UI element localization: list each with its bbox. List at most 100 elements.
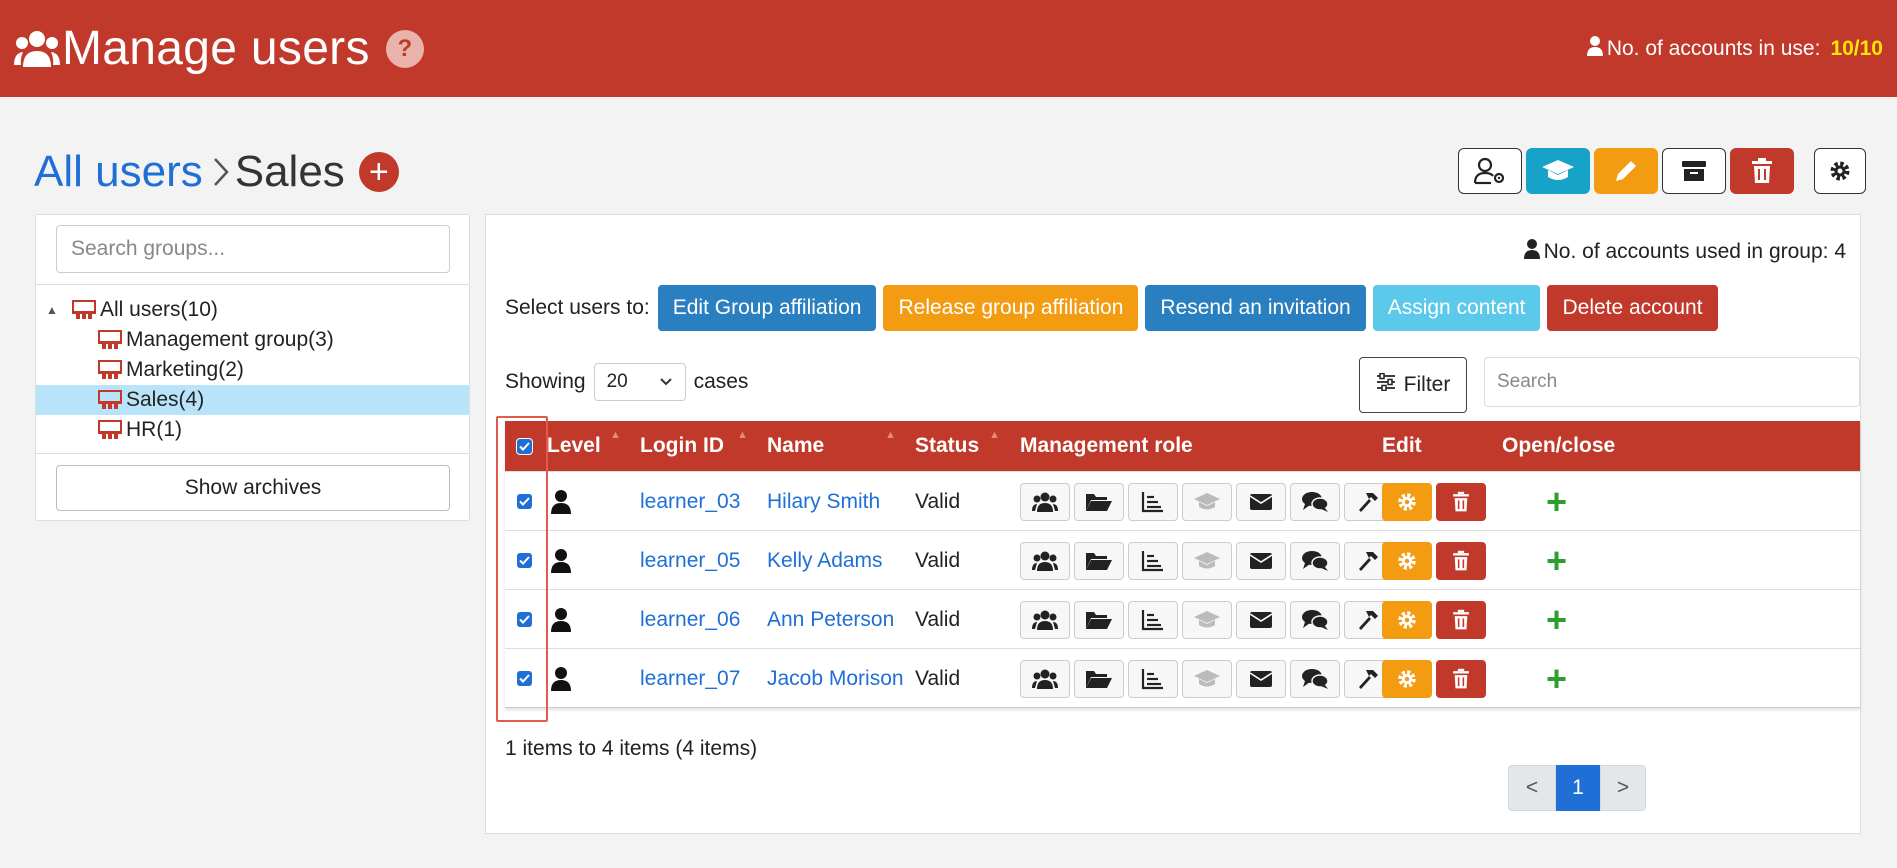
chart-role-button[interactable] xyxy=(1128,600,1178,639)
page-title: Manage users xyxy=(62,22,370,75)
expand-row-button[interactable]: + xyxy=(1546,483,1567,520)
tree-item-hr[interactable]: HR(1) xyxy=(36,415,469,445)
tree-item-sales[interactable]: Sales(4) xyxy=(36,385,469,415)
folder-role-button[interactable] xyxy=(1074,541,1124,580)
assign-content-button[interactable]: Assign content xyxy=(1372,285,1541,331)
edit-user-button[interactable] xyxy=(1382,659,1432,698)
delete-user-button[interactable] xyxy=(1436,600,1486,639)
comments-icon xyxy=(1302,491,1329,512)
sort-icon[interactable]: ▲ xyxy=(737,429,748,441)
tree-item-marketing[interactable]: Marketing(2) xyxy=(36,355,469,385)
edit-group-affiliation-button[interactable]: Edit Group affiliation xyxy=(657,285,877,331)
settings-button[interactable] xyxy=(1814,148,1866,194)
user-name-link[interactable]: Jacob Morison xyxy=(767,649,904,708)
users-role-button[interactable] xyxy=(1020,659,1070,698)
page-size-value: 20 xyxy=(606,371,628,392)
release-group-affiliation-button[interactable]: Release group affiliation xyxy=(883,285,1139,331)
delete-button[interactable] xyxy=(1730,148,1794,194)
tree-item-all-users[interactable]: ▲ All users(10) xyxy=(36,295,469,325)
chat-role-button[interactable] xyxy=(1290,482,1340,521)
row-checkbox[interactable] xyxy=(517,671,532,686)
list-chart-icon xyxy=(1141,609,1163,630)
graduation-role-button[interactable] xyxy=(1182,482,1232,521)
edit-user-button[interactable] xyxy=(1382,482,1432,521)
page-1-button[interactable]: 1 xyxy=(1556,765,1600,811)
group-icon xyxy=(98,360,122,380)
page-size-select[interactable]: 20 xyxy=(593,363,686,401)
page-size-control: Showing 20 cases xyxy=(505,363,748,401)
row-checkbox[interactable] xyxy=(517,494,532,509)
sort-icon[interactable]: ▲ xyxy=(989,429,1000,441)
column-level[interactable]: Level xyxy=(547,421,601,471)
login-id-link[interactable]: learner_07 xyxy=(640,649,740,708)
breadcrumb-all-users[interactable]: All users xyxy=(34,147,203,197)
show-archives-button[interactable]: Show archives xyxy=(56,465,450,511)
status-text: Valid xyxy=(915,548,961,572)
mail-role-button[interactable] xyxy=(1236,482,1286,521)
mail-role-button[interactable] xyxy=(1236,541,1286,580)
row-checkbox[interactable] xyxy=(517,612,532,627)
expand-row-button[interactable]: + xyxy=(1546,660,1567,697)
user-name-link[interactable]: Kelly Adams xyxy=(767,531,883,590)
graduation-cap-icon xyxy=(1194,492,1220,509)
prev-page-button[interactable]: < xyxy=(1508,765,1556,811)
search-groups-input[interactable] xyxy=(56,225,450,273)
help-button[interactable]: ? xyxy=(385,29,424,68)
mail-role-button[interactable] xyxy=(1236,600,1286,639)
edit-user-button[interactable] xyxy=(1382,600,1432,639)
chat-role-button[interactable] xyxy=(1290,541,1340,580)
chat-role-button[interactable] xyxy=(1290,600,1340,639)
users-role-button[interactable] xyxy=(1020,482,1070,521)
sort-icon[interactable]: ▲ xyxy=(885,429,896,441)
sort-icon[interactable]: ▲ xyxy=(610,429,621,441)
archive-button[interactable] xyxy=(1662,148,1726,194)
folder-role-button[interactable] xyxy=(1074,482,1124,521)
folder-role-button[interactable] xyxy=(1074,659,1124,698)
column-name[interactable]: Name xyxy=(767,421,824,471)
graduation-cap-button[interactable] xyxy=(1526,148,1590,194)
user-name-link[interactable]: Hilary Smith xyxy=(767,472,880,531)
chart-role-button[interactable] xyxy=(1128,482,1178,521)
column-status[interactable]: Status xyxy=(915,421,979,471)
tree-item-label: Sales(4) xyxy=(126,388,205,411)
select-all-checkbox[interactable] xyxy=(516,437,533,455)
delete-account-button[interactable]: Delete account xyxy=(1547,285,1718,331)
filter-button[interactable]: Filter xyxy=(1359,357,1467,413)
chart-role-button[interactable] xyxy=(1128,659,1178,698)
users-role-button[interactable] xyxy=(1020,600,1070,639)
status-text: Valid xyxy=(915,489,961,513)
edit-user-button[interactable] xyxy=(1382,541,1432,580)
folder-role-button[interactable] xyxy=(1074,600,1124,639)
login-id-link[interactable]: learner_03 xyxy=(640,472,740,531)
graduation-role-button[interactable] xyxy=(1182,541,1232,580)
filter-label: Filter xyxy=(1403,373,1451,396)
user-name-link[interactable]: Ann Peterson xyxy=(767,590,894,649)
gear-icon xyxy=(1398,551,1416,570)
edit-button[interactable] xyxy=(1594,148,1658,194)
collapse-triangle-icon[interactable]: ▲ xyxy=(46,303,58,317)
tree-item-management-group[interactable]: Management group(3) xyxy=(36,325,469,355)
add-group-button[interactable]: + xyxy=(358,152,399,192)
login-id-link[interactable]: learner_06 xyxy=(640,590,740,649)
next-page-button[interactable]: > xyxy=(1600,765,1646,811)
showing-label: Showing xyxy=(505,370,586,393)
row-checkbox[interactable] xyxy=(517,553,532,568)
user-settings-button[interactable] xyxy=(1458,148,1522,194)
chat-role-button[interactable] xyxy=(1290,659,1340,698)
column-login-id[interactable]: Login ID xyxy=(640,421,724,471)
resend-invitation-button[interactable]: Resend an invitation xyxy=(1145,285,1366,331)
expand-row-button[interactable]: + xyxy=(1546,601,1567,638)
mail-role-button[interactable] xyxy=(1236,659,1286,698)
delete-user-button[interactable] xyxy=(1436,659,1486,698)
user-level-icon xyxy=(551,472,571,531)
expand-row-button[interactable]: + xyxy=(1546,542,1567,579)
search-users-input[interactable] xyxy=(1484,357,1860,407)
login-id-link[interactable]: learner_05 xyxy=(640,531,740,590)
group-icon xyxy=(98,330,122,350)
delete-user-button[interactable] xyxy=(1436,482,1486,521)
graduation-role-button[interactable] xyxy=(1182,600,1232,639)
users-role-button[interactable] xyxy=(1020,541,1070,580)
delete-user-button[interactable] xyxy=(1436,541,1486,580)
graduation-role-button[interactable] xyxy=(1182,659,1232,698)
chart-role-button[interactable] xyxy=(1128,541,1178,580)
